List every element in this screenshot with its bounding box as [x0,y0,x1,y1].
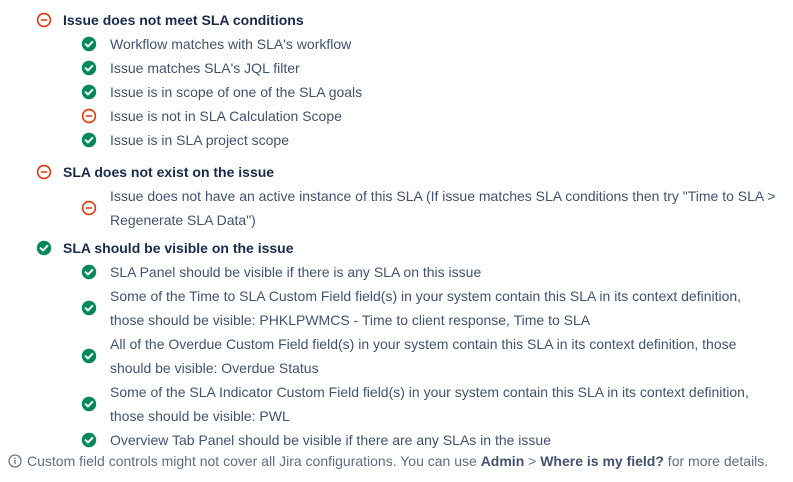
check-item-workflow: Workflow matches with SLA's workflow [81,32,776,56]
section-title: SLA does not exist on the issue [63,164,275,180]
check-item-text: Overview Tab Panel should be visible if … [110,432,551,448]
check-item-text: Some of the SLA Indicator Custom Field f… [110,384,749,424]
check-item-text: All of the Overdue Custom Field field(s)… [110,336,737,376]
sla-diagnostics-panel: Issue does not meet SLA conditions Workf… [0,0,793,482]
check-circle-icon [81,36,97,52]
where-is-my-field-link[interactable]: Where is my field? [540,453,664,469]
footer-text-end: for more details. [663,453,769,469]
footer-note: Custom field controls might not cover al… [8,450,768,472]
section-sla-existence: SLA does not exist on the issue Issue do… [36,160,776,232]
info-icon [8,452,22,468]
breadcrumb-separator: > [524,453,541,469]
check-item-text: Issue is in SLA project scope [110,132,289,148]
error-circle-icon [36,12,52,28]
check-circle-icon [81,264,97,280]
check-item-indicator-field: Some of the SLA Indicator Custom Field f… [81,380,776,428]
check-item-time-to-sla-field: Some of the Time to SLA Custom Field fie… [81,284,776,332]
error-circle-icon [36,164,52,180]
section-title: Issue does not meet SLA conditions [63,12,304,28]
check-circle-icon [81,300,97,316]
check-circle-icon [81,84,97,100]
check-circle-icon [36,240,52,256]
section-heading: SLA should be visible on the issue [36,236,776,260]
section-title: SLA should be visible on the issue [63,240,294,256]
footer-text: Custom field controls might not cover al… [27,453,481,469]
check-item-overdue-field: All of the Overdue Custom Field field(s)… [81,332,776,380]
check-item-text: Issue does not have an active instance o… [110,188,776,228]
check-item-project-scope: Issue is in SLA project scope [81,128,776,152]
check-circle-icon [81,60,97,76]
check-circle-icon [81,396,97,412]
section-heading: Issue does not meet SLA conditions [36,8,776,32]
check-item-text: Some of the Time to SLA Custom Field fie… [110,288,742,328]
section-heading: SLA does not exist on the issue [36,160,776,184]
check-circle-icon [81,132,97,148]
check-item-overview-tab: Overview Tab Panel should be visible if … [81,428,776,452]
check-item-text: Issue is in scope of one of the SLA goal… [110,84,363,100]
check-item-text: Issue is not in SLA Calculation Scope [110,108,342,124]
check-circle-icon [81,348,97,364]
check-item-text: SLA Panel should be visible if there is … [110,264,482,280]
check-item-sla-panel: SLA Panel should be visible if there is … [81,260,776,284]
admin-link[interactable]: Admin [481,453,525,469]
check-item-calc-scope: Issue is not in SLA Calculation Scope [81,104,776,128]
section-sla-conditions: Issue does not meet SLA conditions Workf… [36,8,776,152]
check-item-text: Issue matches SLA's JQL filter [110,60,300,76]
check-item-jql: Issue matches SLA's JQL filter [81,56,776,80]
check-circle-icon [81,432,97,448]
error-circle-icon [81,200,97,216]
error-circle-icon [81,108,97,124]
check-item-active-instance: Issue does not have an active instance o… [81,184,776,232]
section-sla-visibility: SLA should be visible on the issue SLA P… [36,236,776,452]
check-item-text: Workflow matches with SLA's workflow [110,36,352,52]
check-item-goals: Issue is in scope of one of the SLA goal… [81,80,776,104]
